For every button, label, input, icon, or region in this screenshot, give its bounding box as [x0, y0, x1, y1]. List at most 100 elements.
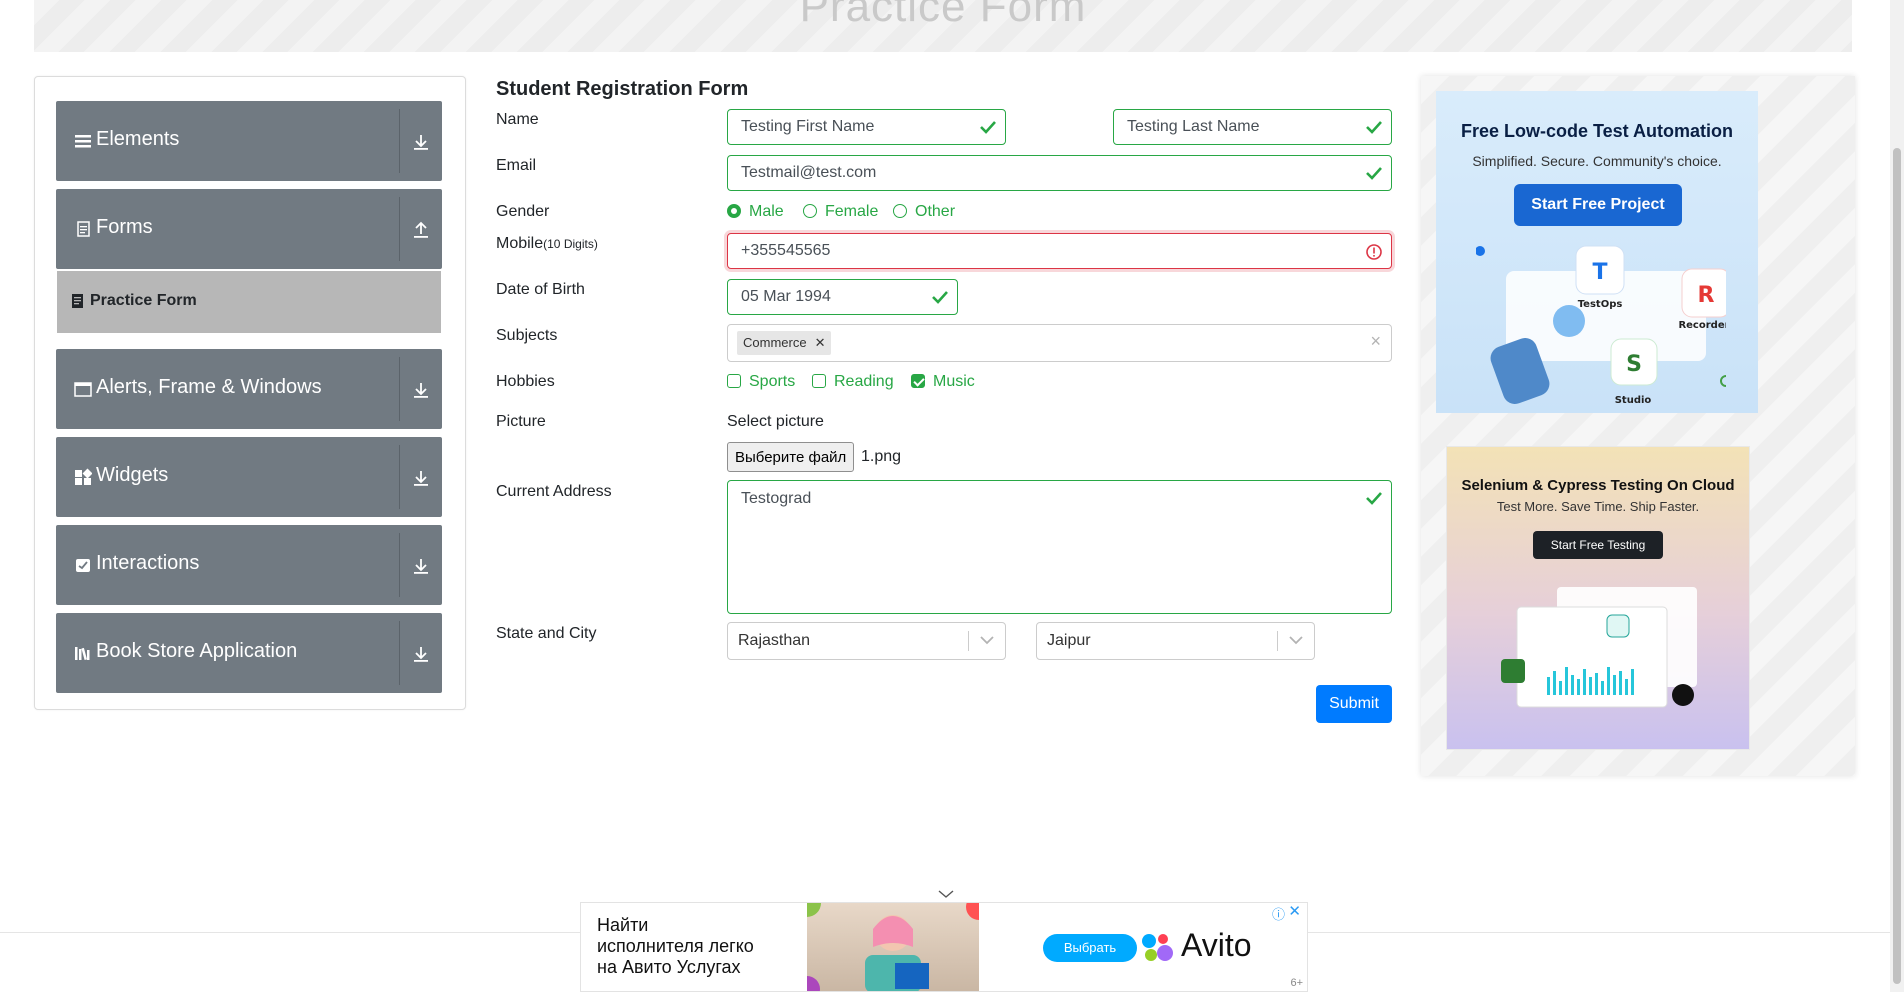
error-icon — [1366, 244, 1382, 260]
address-label: Current Address — [496, 483, 612, 500]
ad-start-button[interactable]: Start Free Project — [1514, 184, 1682, 226]
address-textarea[interactable]: Testograd — [727, 480, 1392, 614]
checkbox-label: Sports — [749, 373, 796, 390]
form-title: Student Registration Form — [496, 78, 749, 100]
first-name-input[interactable]: Testing First Name — [727, 109, 1006, 145]
window-icon — [74, 382, 92, 397]
hobby-checkbox-sports[interactable]: Sports — [727, 373, 795, 391]
sidebar-group-book-store[interactable]: Book Store Application — [56, 613, 442, 693]
submit-button[interactable]: Submit — [1316, 685, 1392, 723]
sidebar-group-label: Forms — [96, 216, 153, 238]
person-image — [793, 903, 992, 991]
hobby-checkbox-music[interactable]: Music — [911, 373, 975, 391]
city-value: Jaipur — [1047, 632, 1091, 649]
mobile-value: +355545565 — [741, 242, 831, 259]
svg-text:S: S — [1626, 352, 1642, 377]
dob-input[interactable]: 05 Mar 1994 — [727, 279, 958, 315]
dob-label: Date of Birth — [496, 281, 585, 298]
checkbox-checked-icon — [911, 374, 925, 388]
ad-lambdatest[interactable]: Selenium & Cypress Testing On Cloud Test… — [1446, 446, 1750, 750]
sidebar-group-alerts[interactable]: Alerts, Frame & Windows — [56, 349, 442, 429]
checkbox-empty-icon — [812, 374, 826, 388]
ad-close-icon[interactable]: ✕ — [1288, 903, 1301, 920]
widgets-icon — [75, 468, 92, 485]
last-name-input[interactable]: Testing Last Name — [1113, 109, 1392, 145]
file-name: 1.png — [861, 448, 902, 465]
subjects-label: Subjects — [496, 327, 558, 344]
svg-text:T: T — [1592, 260, 1607, 285]
download-arrow-icon — [414, 559, 428, 574]
email-value: Testmail@test.com — [741, 164, 877, 181]
chevron-down-icon — [980, 636, 994, 645]
bottom-ad-avito[interactable]: Найти исполнителя легко на Авито Услугах… — [580, 902, 1308, 992]
age-rating: 6+ — [1290, 977, 1303, 989]
sidebar-item-practice-form[interactable]: Practice Form — [57, 271, 441, 333]
page-title: Practice Form — [799, 0, 1087, 31]
bottom-ad-cta-button[interactable]: Выбрать — [1043, 934, 1137, 962]
hobby-checkbox-reading[interactable]: Reading — [812, 373, 894, 391]
subjects-input[interactable]: Commerce ✕ × — [727, 324, 1392, 362]
upload-arrow-icon — [414, 221, 428, 238]
scrollbar-thumb[interactable] — [1893, 148, 1901, 984]
page-scrollbar[interactable] — [1890, 0, 1904, 992]
mobile-label: Mobile(10 Digits) — [496, 235, 598, 252]
hobbies-label: Hobbies — [496, 373, 555, 390]
choose-file-button[interactable]: Выберите файл — [727, 442, 855, 472]
chevron-down-icon[interactable] — [937, 889, 955, 899]
valid-check-icon — [980, 121, 996, 134]
city-select[interactable]: Jaipur — [1036, 622, 1315, 660]
sidebar-item-label: Practice Form — [90, 292, 197, 309]
mobile-input[interactable]: +355545565 — [727, 233, 1392, 269]
gender-radio-male[interactable]: Male — [727, 203, 784, 221]
download-arrow-icon — [414, 383, 428, 398]
form-icon — [72, 294, 83, 308]
menu-icon — [75, 135, 91, 148]
checkbox-label: Reading — [834, 373, 894, 390]
checkbox-label: Music — [933, 373, 975, 390]
ad-katalon[interactable]: Free Low-code Test Automation Simplified… — [1436, 91, 1758, 413]
state-value: Rajasthan — [738, 632, 811, 649]
document-icon — [77, 221, 90, 237]
chevron-down-icon — [1289, 636, 1303, 645]
ad-heading: Free Low-code Test Automation — [1460, 121, 1733, 141]
radio-label: Female — [825, 203, 879, 220]
download-arrow-icon — [414, 647, 428, 662]
state-select[interactable]: Rajasthan — [727, 622, 1006, 660]
subject-chip-label: Commerce — [743, 335, 807, 350]
sidebar-group-label: Elements — [96, 128, 180, 150]
mobile-hint: (10 Digits) — [543, 237, 598, 251]
ad-start-testing-button[interactable]: Start Free Testing — [1533, 531, 1663, 559]
clear-icon[interactable]: × — [1370, 331, 1381, 352]
radio-label: Male — [749, 203, 784, 220]
chip-remove-icon[interactable]: ✕ — [815, 335, 826, 350]
sidebar-group-label: Widgets — [96, 464, 169, 486]
ad-info-icon[interactable]: ⓘ — [1272, 904, 1285, 923]
avito-logo-icon — [1142, 934, 1173, 961]
sidebar-group-forms[interactable]: Forms — [56, 189, 442, 269]
state-city-label: State and City — [496, 625, 597, 642]
sidebar-group-elements[interactable]: Elements — [56, 101, 442, 181]
sidebar-group-label: Alerts, Frame & Windows — [96, 376, 322, 398]
email-label: Email — [496, 157, 537, 174]
radio-label: Other — [915, 203, 956, 220]
dob-value: 05 Mar 1994 — [741, 288, 831, 305]
picture-label: Picture — [496, 413, 546, 430]
checkbox-empty-icon — [727, 374, 741, 388]
sidebar-group-widgets[interactable]: Widgets — [56, 437, 442, 517]
gender-radio-other[interactable]: Other — [893, 203, 955, 221]
name-label: Name — [496, 111, 539, 128]
bottom-ad-text: Найти исполнителя легко на Авито Услугах — [597, 915, 754, 977]
picture-caption: Select picture — [727, 413, 824, 430]
sidebar-group-interactions[interactable]: Interactions — [56, 525, 442, 605]
gender-radio-female[interactable]: Female — [803, 203, 878, 221]
ad-product-testops: TestOps — [1578, 299, 1623, 310]
email-input[interactable]: Testmail@test.com — [727, 155, 1392, 191]
sidebar-group-label: Interactions — [96, 552, 200, 574]
books-icon — [75, 647, 90, 661]
radio-selected-icon — [727, 204, 741, 218]
last-name-value: Testing Last Name — [1127, 118, 1260, 135]
page-header-banner: Practice Form — [34, 0, 1852, 52]
sidebar-group-label: Book Store Application — [96, 640, 298, 662]
ad-product-studio: Studio — [1615, 395, 1652, 406]
radio-empty-icon — [893, 204, 907, 218]
